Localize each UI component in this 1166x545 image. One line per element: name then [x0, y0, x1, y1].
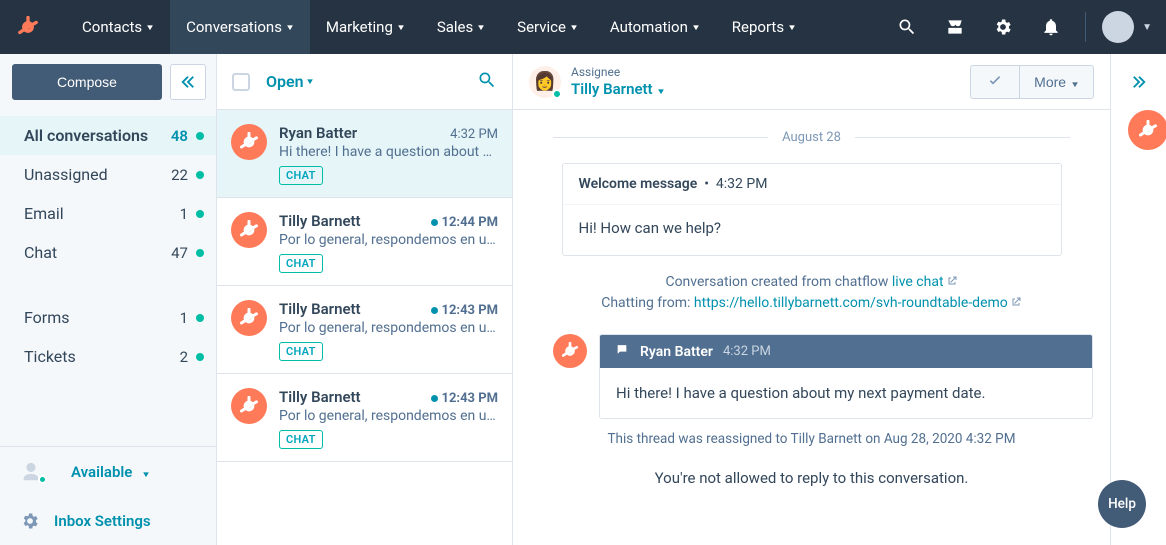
- chatting-from-line: Chatting from: https://hello.tillybarnet…: [553, 295, 1070, 312]
- channel-badge: CHAT: [279, 430, 323, 449]
- nav-reports[interactable]: Reports: [716, 0, 812, 54]
- inbox-settings-link[interactable]: Inbox Settings: [0, 497, 216, 545]
- sidebar-item-forms[interactable]: Forms1: [0, 298, 216, 337]
- contact-sprocket-icon[interactable]: [1128, 110, 1166, 150]
- contact-avatar-icon: [231, 212, 267, 248]
- availability-label: Available: [71, 463, 132, 481]
- compose-button[interactable]: Compose: [12, 64, 162, 100]
- more-actions-button[interactable]: More: [1019, 65, 1094, 99]
- assignee-field-label: Assignee: [571, 65, 665, 79]
- right-rail: [1110, 54, 1166, 545]
- channel-badge: CHAT: [279, 254, 323, 273]
- sidebar-item-all-conversations[interactable]: All conversations48: [0, 116, 216, 155]
- inbox-sidebar: Compose All conversations48Unassigned22E…: [0, 54, 217, 545]
- nav-items: ContactsConversationsMarketingSalesServi…: [66, 0, 812, 54]
- reassignment-notice: This thread was reassigned to Tilly Barn…: [553, 431, 1070, 447]
- sidebar-views: All conversations48Unassigned22Email1Cha…: [0, 110, 216, 278]
- user-avatar[interactable]: [1102, 11, 1134, 43]
- sidebar-item-email[interactable]: Email1: [0, 194, 216, 233]
- settings-icon[interactable]: [983, 7, 1023, 47]
- chevron-down-icon: [477, 22, 485, 33]
- nav-conversations[interactable]: Conversations: [170, 0, 310, 54]
- search-conversations-icon[interactable]: [477, 70, 497, 94]
- sidebar-item-tickets[interactable]: Tickets2: [0, 337, 216, 376]
- account-caret-icon[interactable]: ▼: [1142, 22, 1152, 33]
- conversation-item[interactable]: Tilly Barnett12:43 PMPor lo general, res…: [217, 286, 512, 374]
- chatflow-source-line: Conversation created from chatflow live …: [553, 274, 1070, 291]
- help-button[interactable]: Help: [1098, 480, 1146, 528]
- select-all-checkbox[interactable]: [232, 73, 250, 91]
- chevron-down-icon: [286, 22, 294, 33]
- chevron-down-icon: [788, 22, 796, 33]
- date-separator: August 28: [553, 130, 1070, 145]
- chevron-down-icon: [692, 22, 700, 33]
- expand-rail-button[interactable]: [1121, 64, 1157, 100]
- chatflow-link[interactable]: live chat: [892, 274, 944, 290]
- collapse-sidebar-button[interactable]: [170, 64, 206, 100]
- chevron-down-icon: [570, 22, 578, 33]
- contact-avatar-icon: [231, 388, 267, 424]
- chevron-down-icon: [397, 22, 405, 33]
- nav-sales[interactable]: Sales: [421, 0, 501, 54]
- top-nav: ContactsConversationsMarketingSalesServi…: [0, 0, 1166, 54]
- channel-badge: CHAT: [279, 342, 323, 361]
- source-url-link[interactable]: https://hello.tillybarnett.com/svh-round…: [694, 295, 1008, 311]
- visitor-message: Ryan Batter 4:32 PM Hi there! I have a q…: [553, 334, 1093, 419]
- channel-badge: CHAT: [279, 166, 323, 185]
- notifications-icon[interactable]: [1031, 7, 1071, 47]
- unread-dot-icon: [196, 210, 204, 218]
- hubspot-logo[interactable]: [14, 13, 42, 41]
- close-conversation-button[interactable]: [970, 65, 1019, 99]
- nav-automation[interactable]: Automation: [594, 0, 716, 54]
- nav-contacts[interactable]: Contacts: [66, 0, 170, 54]
- conversation-item[interactable]: Tilly Barnett12:43 PMPor lo general, res…: [217, 374, 512, 462]
- sidebar-views-2: Forms1Tickets2: [0, 292, 216, 382]
- contact-avatar-icon: [231, 124, 267, 160]
- unread-dot-icon: [196, 249, 204, 257]
- reply-restricted-notice: You're not allowed to reply to this conv…: [553, 469, 1070, 487]
- conversation-item[interactable]: Ryan Batter4:32 PMHi there! I have a que…: [217, 110, 512, 198]
- sidebar-item-chat[interactable]: Chat47: [0, 233, 216, 272]
- external-link-icon: [946, 275, 958, 291]
- unread-dot-icon: [196, 314, 204, 322]
- inbox-settings-label: Inbox Settings: [54, 512, 151, 530]
- visitor-avatar-icon: [553, 334, 587, 368]
- conversation-item[interactable]: Tilly Barnett12:44 PMPor lo general, res…: [217, 198, 512, 286]
- unread-dot-icon: [196, 353, 204, 361]
- marketplace-icon[interactable]: [935, 7, 975, 47]
- search-icon[interactable]: [887, 7, 927, 47]
- unread-dot-icon: [196, 171, 204, 179]
- contact-avatar-icon: [231, 300, 267, 336]
- welcome-message-card: Welcome message • 4:32 PM Hi! How can we…: [562, 163, 1062, 256]
- assignee-avatar: 👩: [529, 66, 561, 98]
- availability-toggle[interactable]: Available: [0, 447, 216, 497]
- unread-dot-icon: [196, 132, 204, 140]
- external-link-icon: [1010, 296, 1022, 312]
- nav-marketing[interactable]: Marketing: [310, 0, 421, 54]
- thread-pane: 👩 Assignee Tilly Barnett More August 28 …: [513, 54, 1110, 545]
- chat-icon: [614, 343, 630, 360]
- conversation-list: Open Ryan Batter4:32 PMHi there! I have …: [217, 54, 513, 545]
- sidebar-item-unassigned[interactable]: Unassigned22: [0, 155, 216, 194]
- chevron-down-icon: [146, 22, 154, 33]
- nav-service[interactable]: Service: [501, 0, 594, 54]
- status-filter[interactable]: Open: [266, 72, 314, 91]
- assignee-picker[interactable]: Tilly Barnett: [571, 80, 665, 98]
